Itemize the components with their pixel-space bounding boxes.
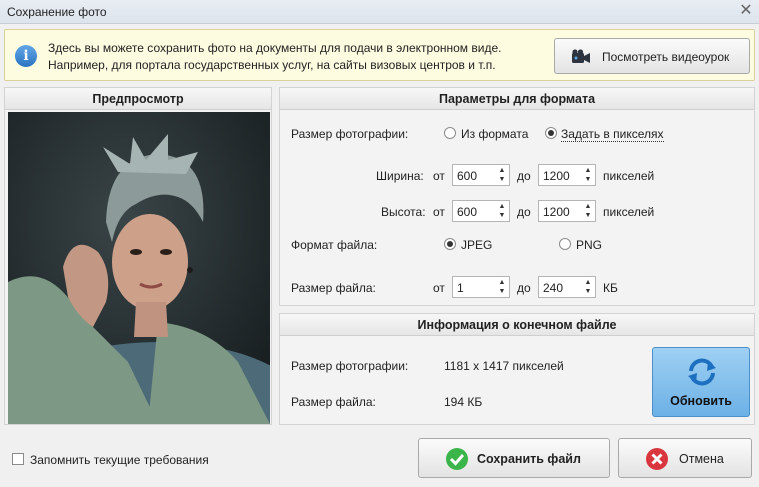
- width-to-label: до: [517, 169, 531, 183]
- watch-video-label: Посмотреть видеоурок: [602, 50, 730, 64]
- video-camera-icon: [572, 49, 590, 63]
- file-size-from-label: от: [433, 281, 445, 295]
- checkmark-icon: [446, 448, 468, 470]
- radio-jpeg-label[interactable]: JPEG: [461, 238, 492, 252]
- width-unit-label: пикселей: [603, 169, 655, 183]
- radio-png-label[interactable]: PNG: [576, 238, 602, 252]
- file-format-label: Формат файла:: [291, 238, 378, 252]
- width-from-value: 600: [457, 169, 478, 183]
- spinner-arrows-icon[interactable]: ▲ ▼: [583, 278, 593, 296]
- info-icon: i: [15, 45, 37, 67]
- result-file-size-label: Размер файла:: [291, 395, 376, 409]
- spinner-arrows-icon[interactable]: ▲ ▼: [497, 278, 507, 296]
- result-info-title: Информация о конечном файле: [280, 314, 754, 336]
- file-size-to-value: 240: [543, 281, 564, 295]
- height-from-input[interactable]: 600 ▲ ▼: [452, 200, 510, 222]
- file-size-unit-label: КБ: [603, 281, 618, 295]
- file-size-from-value: 1: [457, 281, 464, 295]
- spinner-arrows-icon[interactable]: ▲ ▼: [497, 202, 507, 220]
- portrait-image: [8, 112, 270, 424]
- radio-from-format[interactable]: [444, 127, 456, 139]
- file-size-to-label: до: [517, 281, 531, 295]
- preview-panel: Предпросмотр: [4, 87, 272, 425]
- radio-set-pixels-label[interactable]: Задать в пикселях: [561, 127, 664, 142]
- title-bar: Сохранение фото ✕: [0, 0, 759, 24]
- radio-jpeg[interactable]: [444, 238, 456, 250]
- radio-set-pixels[interactable]: [545, 127, 557, 139]
- refresh-button-label: Обновить: [670, 394, 732, 408]
- height-from-label: от: [433, 205, 445, 219]
- close-icon[interactable]: ✕: [737, 2, 755, 20]
- result-photo-size-label: Размер фотографии:: [291, 359, 409, 373]
- result-file-size-value: 194 КБ: [444, 395, 483, 409]
- radio-png[interactable]: [559, 238, 571, 250]
- photo-size-label: Размер фотографии:: [291, 127, 409, 141]
- watch-video-button[interactable]: Посмотреть видеоурок: [554, 38, 750, 74]
- height-to-input[interactable]: 1200 ▲ ▼: [538, 200, 596, 222]
- width-from-label: от: [433, 169, 445, 183]
- height-unit-label: пикселей: [603, 205, 655, 219]
- width-label: Ширина:: [376, 169, 424, 183]
- info-line-2: Например, для портала государственных ус…: [48, 58, 496, 72]
- cancel-label: Отмена: [679, 452, 724, 466]
- refresh-button[interactable]: Обновить: [652, 347, 750, 417]
- radio-from-format-label[interactable]: Из формата: [461, 127, 528, 141]
- cancel-button[interactable]: Отмена: [618, 438, 752, 478]
- window-title: Сохранение фото: [7, 5, 107, 19]
- format-params-title: Параметры для формата: [280, 88, 754, 110]
- spinner-arrows-icon[interactable]: ▲ ▼: [497, 166, 507, 184]
- cancel-icon: [646, 448, 668, 470]
- result-info-panel: Информация о конечном файле Размер фотог…: [279, 313, 755, 425]
- result-photo-size-value: 1181 x 1417 пикселей: [444, 359, 564, 373]
- preview-title: Предпросмотр: [5, 88, 271, 110]
- photo-preview: [8, 112, 270, 424]
- height-label: Высота:: [381, 205, 426, 219]
- info-text: Здесь вы можете сохранить фото на докуме…: [48, 40, 501, 74]
- remember-label[interactable]: Запомнить текущие требования: [30, 453, 209, 467]
- height-to-value: 1200: [543, 205, 570, 219]
- file-size-label: Размер файла:: [291, 281, 376, 295]
- save-file-label: Сохранить файл: [477, 452, 581, 466]
- spinner-arrows-icon[interactable]: ▲ ▼: [583, 166, 593, 184]
- format-params-panel: Параметры для формата Размер фотографии:…: [279, 87, 755, 306]
- width-from-input[interactable]: 600 ▲ ▼: [452, 164, 510, 186]
- width-to-value: 1200: [543, 169, 570, 183]
- width-to-input[interactable]: 1200 ▲ ▼: [538, 164, 596, 186]
- remember-checkbox[interactable]: [12, 453, 24, 465]
- info-banner: i Здесь вы можете сохранить фото на доку…: [4, 29, 755, 81]
- height-to-label: до: [517, 205, 531, 219]
- info-line-1: Здесь вы можете сохранить фото на докуме…: [48, 41, 502, 55]
- height-from-value: 600: [457, 205, 478, 219]
- save-file-button[interactable]: Сохранить файл: [418, 438, 610, 478]
- file-size-from-input[interactable]: 1 ▲ ▼: [452, 276, 510, 298]
- refresh-icon: [688, 358, 716, 386]
- spinner-arrows-icon[interactable]: ▲ ▼: [583, 202, 593, 220]
- file-size-to-input[interactable]: 240 ▲ ▼: [538, 276, 596, 298]
